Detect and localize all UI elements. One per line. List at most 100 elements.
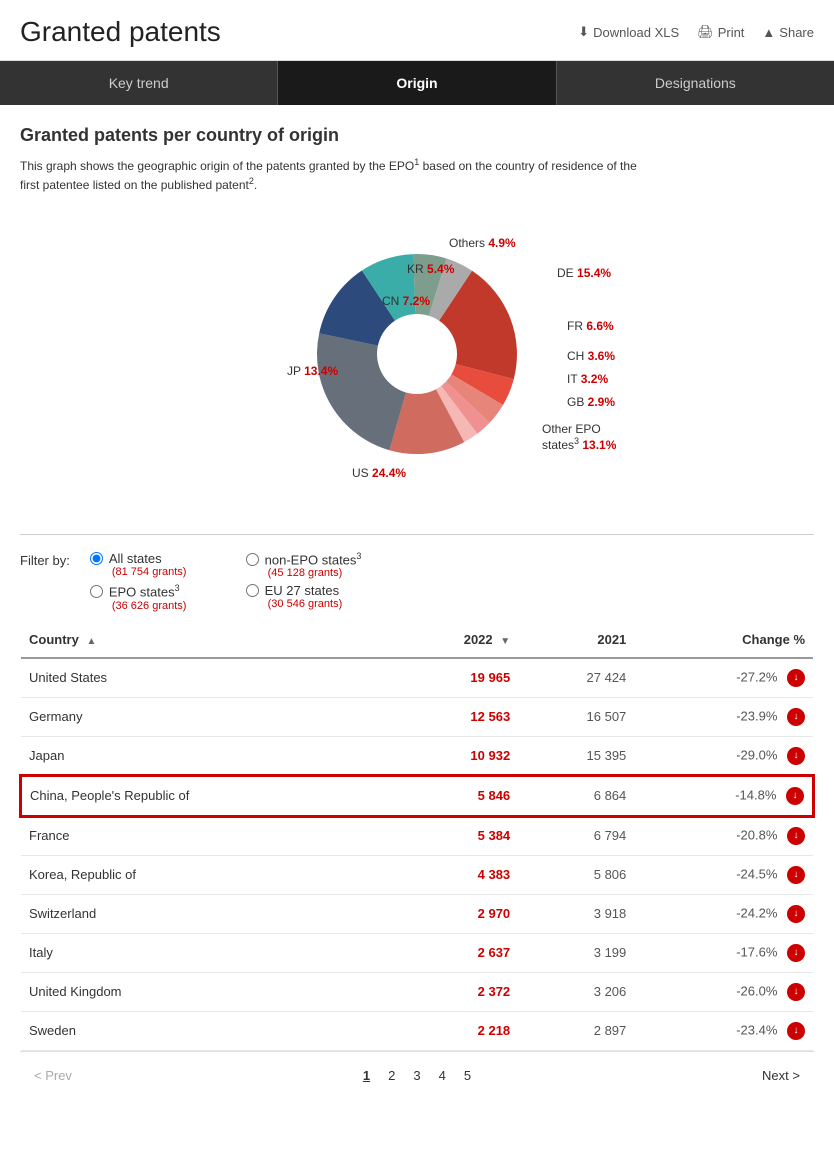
cell-country: United States [21,658,388,698]
page-4[interactable]: 4 [435,1066,450,1085]
pie-label-kr: KR 5.4% [407,262,454,276]
page-3[interactable]: 3 [409,1066,424,1085]
cell-country: Japan [21,736,388,776]
cell-2022: 2 970 [388,894,518,933]
filter-all-states: All states (81 754 grants) [90,551,206,579]
filter-epo-states: EPO states3 (36 626 grants) [90,583,206,611]
cell-change: -23.9% ↓ [634,697,813,736]
cell-2022: 2 637 [388,933,518,972]
cell-2021: 6 864 [518,776,634,816]
filter-eu27-radio[interactable] [246,584,259,597]
divider [20,534,814,535]
tab-key-trend[interactable]: Key trend [0,61,278,105]
cell-country: France [21,816,388,856]
cell-2022: 12 563 [388,697,518,736]
pie-label-jp: JP 13.4% [287,364,338,378]
download-button[interactable]: ⬇ Download XLS [578,24,679,40]
table-row: Sweden 2 218 2 897 -23.4% ↓ [21,1011,813,1050]
filter-label: Filter by: [20,551,70,568]
filter-epo-radio[interactable] [90,585,103,598]
sort-icon-country: ▲ [86,636,96,647]
cell-change: -23.4% ↓ [634,1011,813,1050]
table-row: Italy 2 637 3 199 -17.6% ↓ [21,933,813,972]
page-1[interactable]: 1 [359,1066,374,1085]
filter-non-epo-radio[interactable] [246,553,259,566]
cell-change: -24.5% ↓ [634,855,813,894]
cell-country: China, People's Republic of [21,776,388,816]
down-trend-icon: ↓ [787,905,805,923]
share-button[interactable]: ▲ Share [762,25,814,40]
cell-2022: 5 846 [388,776,518,816]
sort-icon-2022: ▼ [500,636,510,647]
tab-designations[interactable]: Designations [557,61,834,105]
down-trend-icon: ↓ [787,827,805,845]
pie-label-fr: FR 6.6% [567,319,614,333]
filter-eu27: EU 27 states (30 546 grants) [246,583,362,611]
table-row: Japan 10 932 15 395 -29.0% ↓ [21,736,813,776]
table-row: France 5 384 6 794 -20.8% ↓ [21,816,813,856]
down-trend-icon: ↓ [787,747,805,765]
section-title: Granted patents per country of origin [20,125,814,146]
cell-country: United Kingdom [21,972,388,1011]
cell-2021: 3 199 [518,933,634,972]
pie-label-ch: CH 3.6% [567,349,615,363]
cell-change: -26.0% ↓ [634,972,813,1011]
table-row: China, People's Republic of 5 846 6 864 … [21,776,813,816]
cell-2021: 5 806 [518,855,634,894]
col-country[interactable]: Country ▲ [21,622,388,658]
col-change[interactable]: Change % [634,622,813,658]
col-2021[interactable]: 2021 [518,622,634,658]
print-button[interactable]: 🖨 Print [697,24,744,40]
pagination: < Prev 1 2 3 4 5 Next > [20,1051,814,1095]
table-row: Switzerland 2 970 3 918 -24.2% ↓ [21,894,813,933]
cell-2021: 27 424 [518,658,634,698]
page-5[interactable]: 5 [460,1066,475,1085]
filter-all-radio[interactable] [90,552,103,565]
pie-label-cn: CN 7.2% [382,294,430,308]
down-trend-icon: ↓ [787,983,805,1001]
pie-label-de: DE 15.4% [557,266,611,280]
cell-change: -29.0% ↓ [634,736,813,776]
cell-2021: 15 395 [518,736,634,776]
col-2022[interactable]: 2022 ▼ [388,622,518,658]
pie-label-others: Others 4.9% [449,236,516,250]
pie-label-other-epo: Other EPOstates3 13.1% [542,422,616,452]
filter-non-epo: non-EPO states3 (45 128 grants) [246,551,362,579]
pie-chart [307,244,527,464]
down-trend-icon: ↓ [787,669,805,687]
page-2[interactable]: 2 [384,1066,399,1085]
cell-2022: 2 218 [388,1011,518,1050]
down-trend-icon: ↓ [787,1022,805,1040]
download-icon: ⬇ [578,24,589,40]
header: Granted patents ⬇ Download XLS 🖨 Print ▲… [0,0,834,61]
cell-change: -27.2% ↓ [634,658,813,698]
down-trend-icon: ↓ [787,708,805,726]
cell-2022: 2 372 [388,972,518,1011]
table-row: United Kingdom 2 372 3 206 -26.0% ↓ [21,972,813,1011]
tab-origin[interactable]: Origin [278,61,556,105]
cell-change: -24.2% ↓ [634,894,813,933]
cell-2022: 5 384 [388,816,518,856]
header-actions: ⬇ Download XLS 🖨 Print ▲ Share [578,24,814,40]
pie-label-it: IT 3.2% [567,372,608,386]
cell-2022: 10 932 [388,736,518,776]
cell-2021: 16 507 [518,697,634,736]
print-icon: 🖨 [697,24,714,40]
cell-2021: 2 897 [518,1011,634,1050]
filter-options: All states (81 754 grants) non-EPO state… [90,551,362,612]
pie-label-us: US 24.4% [352,466,406,480]
cell-country: Germany [21,697,388,736]
page-title: Granted patents [20,16,221,48]
next-button[interactable]: Next > [756,1066,806,1085]
down-trend-icon: ↓ [787,866,805,884]
page-numbers: 1 2 3 4 5 [359,1066,475,1085]
cell-country: Korea, Republic of [21,855,388,894]
down-trend-icon: ↓ [787,944,805,962]
pie-chart-area: Others 4.9% KR 5.4% CN 7.2% DE 15.4% FR … [20,214,814,514]
cell-2021: 3 206 [518,972,634,1011]
data-table: Country ▲ 2022 ▼ 2021 Change % [20,622,814,1051]
table-row: United States 19 965 27 424 -27.2% ↓ [21,658,813,698]
cell-country: Switzerland [21,894,388,933]
prev-button[interactable]: < Prev [28,1066,78,1085]
cell-country: Italy [21,933,388,972]
